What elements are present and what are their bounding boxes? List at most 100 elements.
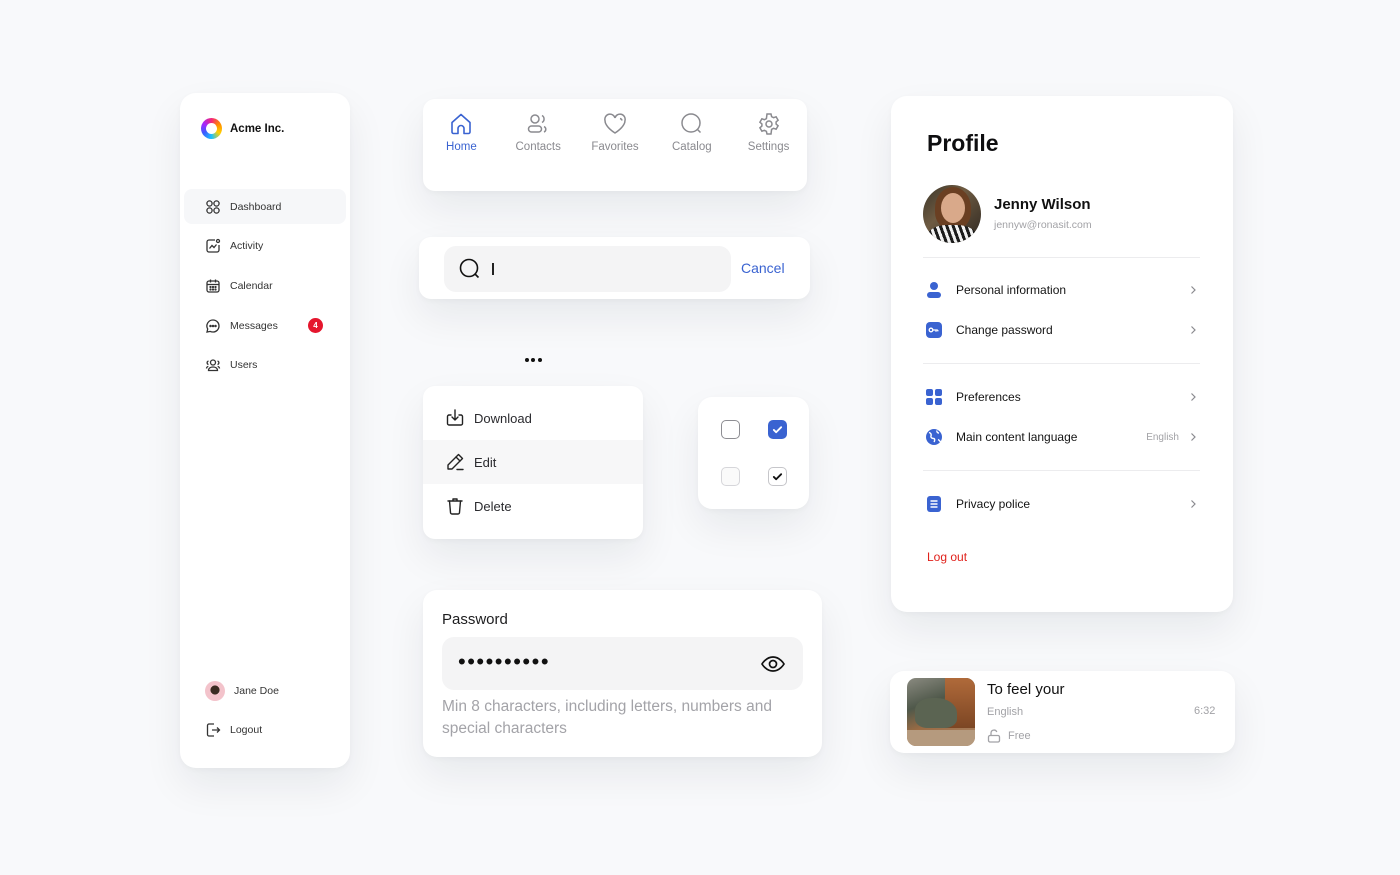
- sidebar-item-label: Activity: [230, 240, 264, 253]
- grid-icon: [926, 389, 942, 405]
- profile-item-preferences[interactable]: Preferences: [923, 385, 1200, 409]
- key-icon: [926, 322, 942, 338]
- password-card: Password •••••••••• Min 8 characters, in…: [423, 590, 822, 757]
- logout-button[interactable]: Logout: [184, 713, 346, 748]
- person-icon: [927, 282, 941, 298]
- search-input[interactable]: [503, 260, 724, 278]
- divider: [923, 470, 1200, 471]
- menu-item-delete[interactable]: Delete: [423, 484, 643, 528]
- media-duration: 6:32: [1194, 705, 1216, 717]
- password-label: Password: [442, 611, 508, 628]
- media-card[interactable]: To feel your English Free 6:32: [890, 671, 1235, 753]
- more-horizontal-icon-dot: [531, 358, 535, 362]
- menu-item-label: Delete: [474, 498, 512, 514]
- sidebar-item-users[interactable]: Users: [184, 348, 346, 383]
- context-menu: Download Edit Delete: [423, 386, 643, 539]
- logout-button[interactable]: Log out: [927, 550, 967, 564]
- tab-label: Favorites: [591, 141, 639, 153]
- activity-chart-icon: [206, 239, 221, 253]
- checkbox-unchecked[interactable]: [721, 420, 740, 439]
- avatar: [923, 185, 981, 243]
- sidebar-nav: Dashboard Activity Calendar Messages 4 U…: [184, 189, 346, 387]
- checkbox-checked-filled[interactable]: [768, 420, 787, 439]
- sidebar-item-activity[interactable]: Activity: [184, 229, 346, 264]
- sidebar-item-label: Dashboard: [230, 200, 282, 213]
- calendar-icon: [206, 279, 220, 293]
- menu-item-label: Edit: [474, 454, 497, 470]
- tab-catalog[interactable]: Catalog: [653, 111, 730, 153]
- brand[interactable]: Acme Inc.: [201, 118, 284, 139]
- messages-badge: 4: [308, 318, 323, 334]
- pencil-icon: [447, 453, 464, 471]
- search-field[interactable]: [444, 246, 731, 292]
- password-hint: Min 8 characters, including letters, num…: [442, 698, 772, 737]
- search-bar: Cancel: [419, 237, 810, 299]
- password-field[interactable]: ••••••••••: [442, 637, 803, 690]
- logout-label: Logout: [230, 724, 263, 737]
- profile-card: Profile Jenny Wilson jennyw@ronasit.com …: [891, 96, 1233, 612]
- checkmark-icon: [772, 426, 783, 434]
- sidebar: Acme Inc. Dashboard Activity Calendar Me…: [180, 93, 350, 768]
- password-input[interactable]: ••••••••••: [458, 649, 550, 675]
- profile-item-personal-information[interactable]: Personal information: [923, 278, 1200, 302]
- sidebar-item-dashboard[interactable]: Dashboard: [184, 189, 346, 224]
- chevron-right-icon: [1191, 500, 1196, 508]
- tab-settings[interactable]: Settings: [730, 111, 807, 153]
- user-name: Jenny Wilson: [994, 196, 1091, 213]
- chevron-right-icon: [1191, 286, 1196, 294]
- menu-item-edit[interactable]: Edit: [423, 440, 643, 484]
- heart-icon: [604, 113, 626, 134]
- menu-item-label: Download: [474, 410, 532, 426]
- sidebar-item-label: Messages: [230, 319, 278, 332]
- checkbox-group: [698, 397, 809, 509]
- eye-icon[interactable]: [760, 651, 786, 677]
- download-icon: [446, 409, 464, 426]
- search-icon: [681, 113, 701, 134]
- search-icon: [459, 258, 480, 279]
- profile-item-privacy-policy[interactable]: Privacy police: [923, 492, 1200, 516]
- sidebar-footer: Jane Doe Logout: [184, 673, 346, 752]
- text-caret: [492, 263, 494, 275]
- menu-item-download[interactable]: Download: [423, 396, 643, 440]
- document-icon: [927, 496, 941, 512]
- tab-label: Contacts: [515, 141, 561, 153]
- profile-item-label: Main content language: [956, 430, 1078, 444]
- sidebar-item-label: Calendar: [230, 279, 273, 292]
- users-icon: [205, 359, 221, 372]
- user-account[interactable]: Jane Doe: [184, 673, 346, 708]
- tab-home[interactable]: Home: [423, 111, 500, 153]
- gear-icon: [758, 113, 779, 135]
- cancel-button[interactable]: Cancel: [741, 260, 785, 276]
- profile-item-main-content-language[interactable]: Main content language English: [923, 425, 1200, 449]
- more-button[interactable]: [521, 353, 545, 367]
- home-icon: [451, 113, 472, 135]
- tab-favorites[interactable]: Favorites: [577, 111, 654, 153]
- more-horizontal-icon-dot: [524, 358, 529, 362]
- chevron-right-icon: [1191, 393, 1196, 401]
- brand-logo: [201, 118, 222, 139]
- media-language: English: [987, 706, 1024, 718]
- media-thumbnail: [907, 678, 975, 746]
- contacts-icon: [527, 114, 547, 133]
- checkbox-disabled[interactable]: [721, 467, 740, 486]
- tab-label: Home: [446, 141, 477, 153]
- sidebar-item-calendar[interactable]: Calendar: [184, 268, 346, 303]
- globe-icon: [926, 429, 942, 445]
- profile-item-label: Change password: [956, 323, 1053, 337]
- grid-icon: [206, 199, 220, 214]
- chat-bubble-icon: [206, 318, 220, 333]
- more-horizontal-icon-dot: [537, 358, 542, 362]
- checkbox-checked-outline[interactable]: [768, 467, 787, 486]
- sidebar-item-messages[interactable]: Messages 4: [184, 308, 346, 343]
- media-title: To feel your: [987, 681, 1065, 698]
- tab-contacts[interactable]: Contacts: [500, 111, 577, 153]
- avatar: [205, 680, 225, 701]
- unlock-icon: [987, 729, 1001, 743]
- divider: [923, 363, 1200, 364]
- profile-item-label: Personal information: [956, 283, 1067, 297]
- sidebar-item-label: Users: [230, 359, 258, 372]
- tab-label: Catalog: [671, 141, 712, 153]
- profile-title: Profile: [927, 130, 999, 156]
- profile-item-change-password[interactable]: Change password: [923, 318, 1200, 342]
- chevron-right-icon: [1191, 433, 1196, 441]
